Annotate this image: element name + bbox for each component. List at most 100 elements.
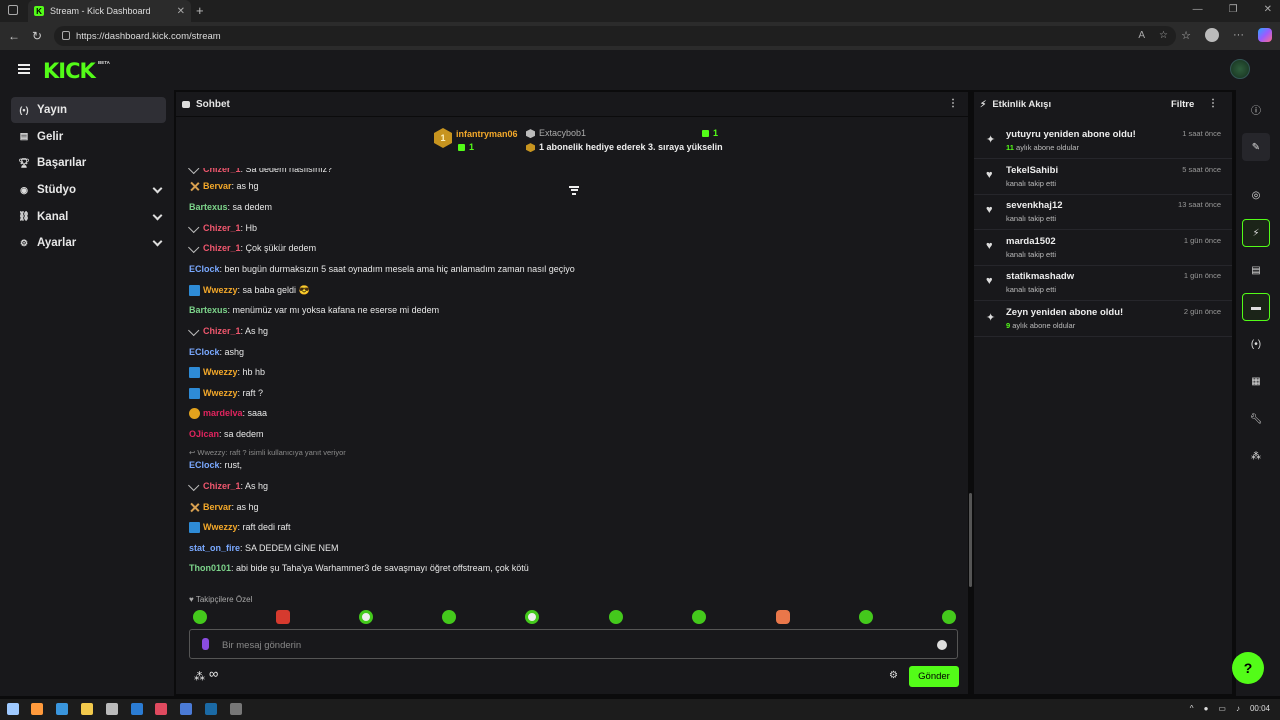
- chat-message[interactable]: Chizer_1: Çok şükür dedem: [189, 241, 316, 255]
- chevron-up-icon[interactable]: ^: [1190, 704, 1194, 713]
- network-icon[interactable]: ▭: [1218, 704, 1226, 713]
- chat-options-icon[interactable]: ⋮: [948, 98, 958, 109]
- tab-actions-icon[interactable]: [8, 5, 18, 15]
- chat-username[interactable]: Chizer_1: [203, 168, 241, 174]
- chat-username[interactable]: Bartexus: [189, 202, 228, 212]
- browser-tab[interactable]: K Stream - Kick Dashboard ✕: [28, 0, 191, 22]
- chat-message[interactable]: Thon0101: abi bide şu Taha'ya Warhammer3…: [189, 561, 529, 575]
- connections-icon[interactable]: ⁂: [194, 670, 205, 683]
- chat-username[interactable]: stat_on_fire: [189, 543, 240, 553]
- connections-icon[interactable]: ⁂: [1242, 442, 1270, 470]
- second-username[interactable]: Extacybob1: [526, 128, 586, 139]
- more-icon[interactable]: ···: [1233, 29, 1244, 41]
- leader-username[interactable]: infantryman06: [456, 129, 518, 139]
- bolt-icon[interactable]: ⚡︎: [1242, 219, 1270, 247]
- chat-message[interactable]: Bervar: as hg: [189, 179, 259, 193]
- read-aloud-icon[interactable]: A: [1138, 30, 1145, 41]
- chat-message[interactable]: mardelva: saaa: [189, 406, 267, 420]
- chat-message[interactable]: Chizer_1: As hg: [189, 479, 268, 493]
- emote-icon[interactable]: [609, 610, 623, 624]
- chat-message[interactable]: Wwezzy: raft dedi raft: [189, 520, 291, 534]
- emote-icon[interactable]: [942, 610, 956, 624]
- chat-scrollbar[interactable]: [969, 493, 972, 587]
- event-title[interactable]: Zeyn yeniden abone oldu!: [1006, 307, 1123, 318]
- chat-message[interactable]: Chizer_1: Sa dedem nasılsınız?: [189, 168, 332, 176]
- gear-icon[interactable]: ⚙: [889, 670, 898, 681]
- emote-icon[interactable]: [859, 610, 873, 624]
- chat-username[interactable]: Chizer_1: [203, 481, 241, 491]
- help-button[interactable]: ?: [1232, 652, 1264, 684]
- gift-cta[interactable]: 1 abonelik hediye ederek 3. sıraya yükse…: [526, 142, 723, 153]
- emote-icon[interactable]: [442, 610, 456, 624]
- chat-username[interactable]: mardelva: [203, 408, 243, 418]
- chat-username[interactable]: Bartexus: [189, 305, 228, 315]
- event-title[interactable]: sevenkhaj12: [1006, 200, 1063, 211]
- chat-message[interactable]: OJican: sa dedem: [189, 427, 264, 441]
- chat-message[interactable]: Wwezzy: sa baba geldi 😎: [189, 283, 310, 297]
- chat-message[interactable]: Bartexus: menümüz var mı yoksa kafana ne…: [189, 303, 439, 317]
- chat-message[interactable]: Chizer_1: Hb: [189, 221, 257, 235]
- chat-messages[interactable]: Chizer_1: Sa dedem nasılsınız? Bervar: as…: [176, 168, 956, 590]
- activity-options-icon[interactable]: ⋮: [1208, 98, 1218, 109]
- chat-message[interactable]: Bartexus: sa dedem: [189, 200, 272, 214]
- chat-username[interactable]: Thon0101: [189, 563, 231, 573]
- emote-icon[interactable]: [525, 610, 539, 624]
- edge-icon[interactable]: [56, 703, 68, 715]
- emote-icon[interactable]: [692, 610, 706, 624]
- chevron-down-icon[interactable]: [152, 236, 163, 247]
- activity-event[interactable]: ♥ sevenkhaj12 kanalı takip etti 13 saat önc…: [974, 194, 1232, 231]
- activity-event[interactable]: ♥ TekelSahibi kanalı takip etti 5 saat önce: [974, 159, 1232, 195]
- explorer-icon[interactable]: [81, 703, 93, 715]
- app-icon[interactable]: [180, 703, 192, 715]
- sidebar-item-ayarlar[interactable]: ⚙ Ayarlar: [11, 230, 166, 256]
- user-avatar[interactable]: [1230, 59, 1250, 79]
- mic-tray-icon[interactable]: ●: [1204, 704, 1209, 713]
- app-icon[interactable]: [31, 703, 43, 715]
- activity-event[interactable]: ♥ statikmashadw kanalı takip etti 1 gün önc…: [974, 265, 1232, 302]
- chat-message[interactable]: EClock: rust,: [189, 458, 242, 472]
- emote-icon[interactable]: [359, 610, 373, 624]
- send-button[interactable]: Gönder: [909, 666, 959, 687]
- chat-username[interactable]: EClock: [189, 460, 220, 470]
- chat-username[interactable]: Wwezzy: [203, 522, 238, 532]
- chat-username[interactable]: Wwezzy: [203, 388, 238, 398]
- chat-message[interactable]: EClock: ashg: [189, 345, 244, 359]
- event-title[interactable]: TekelSahibi: [1006, 165, 1058, 176]
- chat-username[interactable]: OJican: [189, 429, 219, 439]
- filter-button[interactable]: Filtre: [1171, 99, 1194, 110]
- notes-icon[interactable]: ▤: [1242, 256, 1270, 284]
- store-icon[interactable]: [106, 703, 118, 715]
- chat-username[interactable]: Chizer_1: [203, 243, 241, 253]
- layout-icon[interactable]: ▦: [1242, 367, 1270, 395]
- chat-icon[interactable]: ▬: [1242, 293, 1270, 321]
- chat-message[interactable]: Wwezzy: hb hb: [189, 365, 265, 379]
- clock[interactable]: 00:04: [1250, 704, 1270, 713]
- activity-event[interactable]: ♥ marda1502 kanalı takip etti 1 gün önce: [974, 230, 1232, 266]
- edit-icon[interactable]: ✎: [1242, 133, 1270, 161]
- maximize-icon[interactable]: ❐: [1229, 4, 1238, 15]
- sidebar-item-kanal[interactable]: ⛓ Kanal: [11, 204, 166, 230]
- broadcast-icon[interactable]: (•): [1242, 330, 1270, 358]
- wrench-icon[interactable]: 🔧︎: [1242, 405, 1270, 433]
- chat-input[interactable]: [222, 636, 912, 654]
- chat-username[interactable]: Wwezzy: [203, 285, 238, 295]
- menu-icon[interactable]: [18, 64, 30, 74]
- activity-event[interactable]: ✦ Zeyn yeniden abone oldu! 9 aylık abone o…: [974, 301, 1232, 337]
- chat-username[interactable]: Wwezzy: [203, 367, 238, 377]
- chat-username[interactable]: Chizer_1: [203, 326, 241, 336]
- app-icon[interactable]: [155, 703, 167, 715]
- event-title[interactable]: statikmashadw: [1006, 271, 1074, 282]
- copilot-icon[interactable]: [1258, 28, 1272, 42]
- chat-message[interactable]: EClock: ben bugün durmaksızın 5 saat oyn…: [189, 262, 575, 276]
- url-field[interactable]: https://dashboard.kick.com/stream A ☆: [54, 26, 1176, 46]
- sidebar-item-yayin[interactable]: (•) Yayın: [11, 97, 166, 123]
- start-icon[interactable]: [7, 703, 19, 715]
- infinity-icon[interactable]: ∞: [209, 666, 218, 681]
- close-window-icon[interactable]: ✕: [1264, 4, 1272, 15]
- sidebar-item-basarilar[interactable]: 🏆︎ Başarılar: [11, 150, 166, 176]
- camera-icon[interactable]: ◎: [1242, 181, 1270, 209]
- emote-icon[interactable]: [276, 610, 290, 624]
- emoji-icon[interactable]: [937, 640, 947, 650]
- chevron-down-icon[interactable]: [152, 210, 163, 221]
- event-title[interactable]: marda1502: [1006, 236, 1056, 247]
